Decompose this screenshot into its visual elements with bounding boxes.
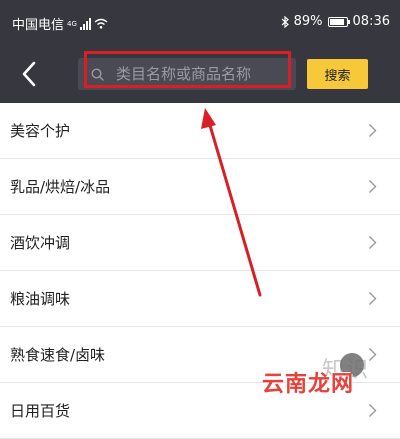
- search-input[interactable]: [114, 64, 288, 84]
- search-box[interactable]: [78, 58, 296, 90]
- status-bar: 中国电信 4G 89% 08:36: [0, 0, 400, 45]
- battery-fill: [329, 18, 344, 25]
- chevron-right-icon: [369, 404, 377, 417]
- back-button[interactable]: [14, 57, 44, 91]
- watermark-text: 云南龙网: [262, 372, 355, 397]
- category-label: 熟食速食/卤味: [10, 346, 106, 364]
- network-type: 4G: [67, 19, 77, 28]
- category-item[interactable]: 酒饮冲调: [0, 215, 400, 271]
- category-label: 粮油调味: [10, 290, 71, 308]
- status-right: 89% 08:36: [281, 14, 390, 29]
- clock: 08:36: [352, 14, 390, 29]
- category-label: 酒饮冲调: [10, 234, 71, 252]
- chevron-right-icon: [369, 236, 377, 249]
- signal-icon: [79, 17, 91, 30]
- battery-percent: 89%: [293, 14, 323, 29]
- carrier-name: 中国电信: [12, 18, 65, 33]
- status-left: 中国电信 4G: [12, 14, 108, 33]
- category-label: 乳品/烘焙/冰品: [10, 178, 111, 196]
- bluetooth-icon: [281, 15, 289, 28]
- category-item[interactable]: 乳品/烘焙/冰品: [0, 159, 400, 215]
- category-label: 日用百货: [10, 402, 71, 420]
- chevron-right-icon: [369, 292, 377, 305]
- chevron-right-icon: [369, 124, 377, 137]
- category-item[interactable]: 美容个护: [0, 103, 400, 159]
- wifi-icon: [94, 18, 108, 29]
- category-label: 美容个护: [10, 122, 71, 140]
- chevron-right-icon: [369, 180, 377, 193]
- chevron-left-icon: [22, 61, 36, 87]
- search-button[interactable]: 搜索: [307, 59, 368, 89]
- battery-icon: [327, 16, 350, 27]
- search-icon: [91, 67, 104, 81]
- category-item[interactable]: 粮油调味: [0, 271, 400, 327]
